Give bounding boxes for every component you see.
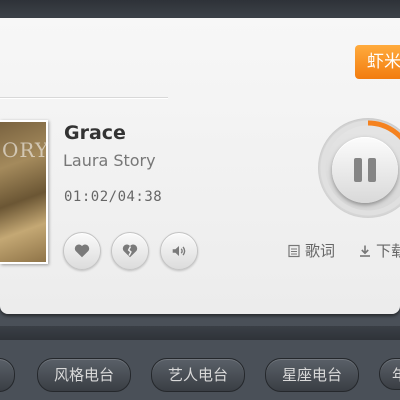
lyrics-icon [288, 244, 300, 257]
time-display: 01:02/04:38 [64, 189, 163, 205]
download-icon [360, 245, 370, 257]
artist-name: Laura Story [63, 151, 156, 170]
tab-style-radio[interactable]: 风格电台 [37, 358, 131, 392]
top-strip [0, 0, 400, 18]
tab-label: 星座电台 [281, 366, 342, 384]
pause-button[interactable] [332, 137, 398, 203]
pause-icon [351, 158, 379, 182]
tab-label: 年 [392, 366, 400, 384]
divider [0, 97, 168, 99]
tab-zodiac-radio[interactable]: 星座电台 [265, 358, 359, 392]
tab-label: 风格电台 [53, 366, 114, 384]
volume-button[interactable] [160, 232, 198, 270]
broken-heart-icon [122, 244, 138, 258]
download-link[interactable]: 下载 [358, 240, 400, 261]
song-title: Grace [64, 122, 126, 144]
bottom-bar [0, 326, 400, 340]
lyrics-label: 歌词 [305, 242, 336, 260]
heart-icon [74, 244, 90, 258]
download-label: 下载 [376, 242, 400, 260]
like-button[interactable] [63, 232, 101, 270]
cover-text: ORY [2, 138, 50, 162]
brand-label: 虾米 [367, 52, 400, 72]
tab-partial-left[interactable] [0, 358, 15, 392]
volume-icon [172, 246, 186, 256]
brand-tab[interactable]: 虾米 [355, 45, 400, 79]
tab-partial-right[interactable]: 年 [379, 358, 400, 390]
lyrics-link[interactable]: 歌词 [287, 240, 335, 261]
dislike-button[interactable] [111, 232, 149, 270]
album-cover[interactable]: ORY [0, 120, 48, 264]
tab-artist-radio[interactable]: 艺人电台 [151, 358, 245, 392]
tab-label: 艺人电台 [167, 366, 228, 384]
